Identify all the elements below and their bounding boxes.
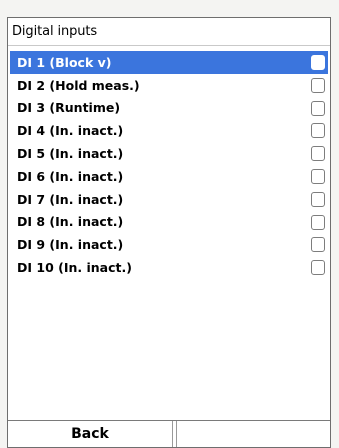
list-item-label: DI 5 (In. inact.) bbox=[17, 146, 124, 162]
list-item-label: DI 10 (In. inact.) bbox=[17, 260, 132, 276]
checkbox-di6[interactable] bbox=[311, 168, 325, 184]
checkbox-di10[interactable] bbox=[311, 260, 325, 276]
digital-inputs-list: DI 1 (Block v) DI 2 (Hold meas.) DI 3 (R… bbox=[10, 51, 328, 279]
checkbox-di1[interactable] bbox=[311, 55, 325, 70]
list-item-label: DI 4 (In. inact.) bbox=[17, 123, 124, 139]
checkbox-di5[interactable] bbox=[311, 146, 325, 162]
list-item-di10[interactable]: DI 10 (In. inact.) bbox=[10, 256, 328, 279]
list-item-di7[interactable]: DI 7 (In. inact.) bbox=[10, 188, 328, 211]
list-item-di4[interactable]: DI 4 (In. inact.) bbox=[10, 119, 328, 142]
softkey-bar: Back bbox=[8, 420, 330, 447]
list-item-di1[interactable]: DI 1 (Block v) bbox=[10, 51, 328, 74]
list-item-di5[interactable]: DI 5 (In. inact.) bbox=[10, 142, 328, 165]
checkbox-di9[interactable] bbox=[311, 237, 325, 253]
list-item-label: DI 1 (Block v) bbox=[17, 54, 112, 70]
list-item-label: DI 7 (In. inact.) bbox=[17, 191, 124, 207]
checkbox-di4[interactable] bbox=[311, 123, 325, 139]
device-screen: Digital inputs DI 1 (Block v) DI 2 (Hold… bbox=[7, 17, 331, 448]
checkbox-di7[interactable] bbox=[311, 191, 325, 207]
checkbox-di2[interactable] bbox=[311, 77, 325, 93]
right-softkey[interactable] bbox=[176, 421, 330, 447]
title-divider bbox=[8, 45, 330, 46]
checkbox-di3[interactable] bbox=[311, 100, 325, 116]
list-item-di6[interactable]: DI 6 (In. inact.) bbox=[10, 165, 328, 188]
list-item-label: DI 9 (In. inact.) bbox=[17, 237, 124, 253]
list-item-di9[interactable]: DI 9 (In. inact.) bbox=[10, 233, 328, 256]
list-item-label: DI 6 (In. inact.) bbox=[17, 168, 124, 184]
list-item-di8[interactable]: DI 8 (In. inact.) bbox=[10, 211, 328, 234]
checkbox-di8[interactable] bbox=[311, 214, 325, 230]
back-button[interactable]: Back bbox=[8, 421, 173, 447]
list-item-label: DI 8 (In. inact.) bbox=[17, 214, 124, 230]
screen-title: Digital inputs bbox=[12, 24, 98, 39]
list-item-label: DI 3 (Runtime) bbox=[17, 100, 121, 116]
list-item-di3[interactable]: DI 3 (Runtime) bbox=[10, 97, 328, 120]
list-item-di2[interactable]: DI 2 (Hold meas.) bbox=[10, 74, 328, 97]
list-item-label: DI 2 (Hold meas.) bbox=[17, 77, 140, 93]
